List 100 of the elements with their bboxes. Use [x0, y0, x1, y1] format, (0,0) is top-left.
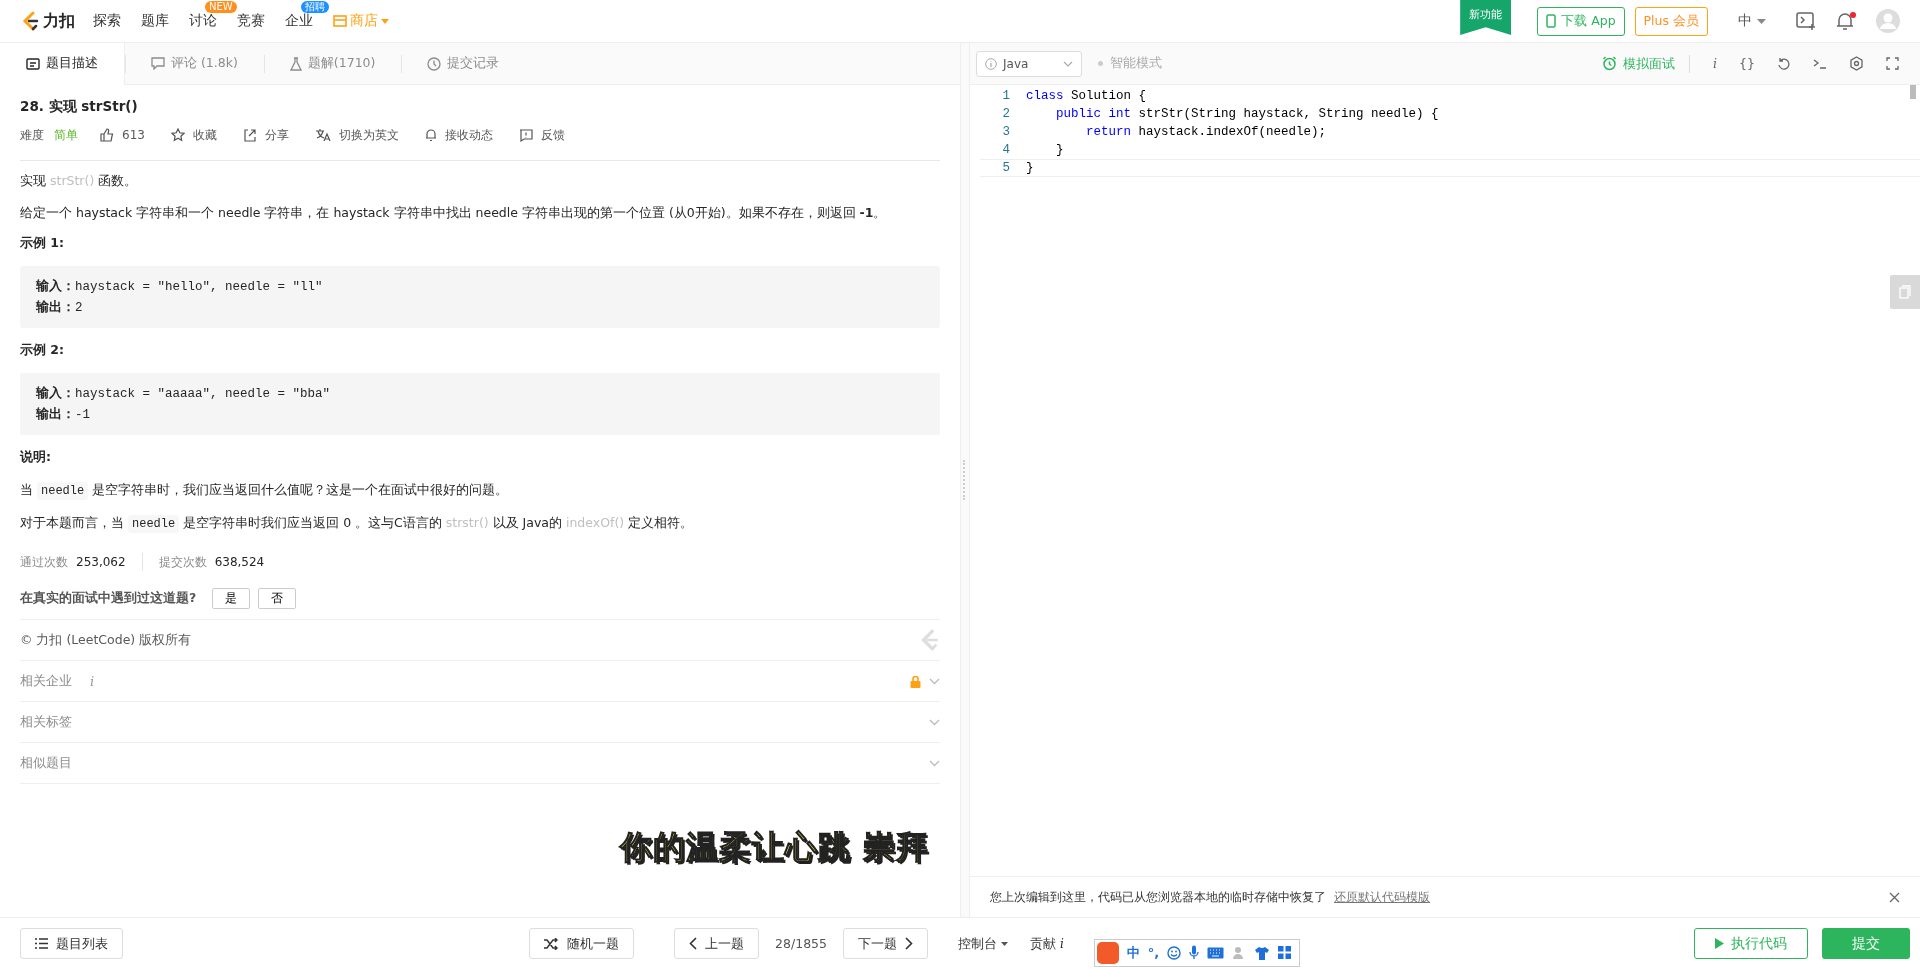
nav-link[interactable]: 企业: [285, 12, 313, 30]
previous-problem-button[interactable]: 上一题: [674, 928, 760, 959]
stat-label: 提交次数: [158, 553, 207, 571]
caret-icon: [381, 18, 389, 24]
code-line: }: [1026, 161, 1034, 175]
line-number: 3: [1001, 125, 1010, 139]
copyright-text: © 力扣 (LeetCode) 版权所有: [20, 631, 193, 649]
language-select[interactable]: Java: [976, 50, 1082, 77]
share-icon: [242, 128, 257, 142]
nav-badge: NEW: [205, 1, 237, 13]
grid-icon[interactable]: [1278, 946, 1292, 959]
ime-mode[interactable]: 中: [1126, 943, 1140, 962]
playground-icon[interactable]: [1796, 12, 1816, 30]
action-link[interactable]: 分享: [242, 126, 289, 144]
line-number: 2: [1001, 107, 1010, 121]
action-link[interactable]: 切换为英文: [314, 126, 399, 144]
interview-question: 在真实的面试中遇到过这道题?: [20, 590, 197, 607]
fullscreen-icon[interactable]: [1886, 57, 1899, 70]
info-button[interactable]: i: [1713, 56, 1718, 71]
smiley-icon[interactable]: [1167, 945, 1182, 960]
ime-punctuation[interactable]: °,: [1147, 945, 1160, 960]
problem-list-button[interactable]: 题目列表: [20, 928, 123, 959]
settings-icon[interactable]: [1849, 56, 1864, 71]
play-icon: [1715, 938, 1724, 949]
caret-icon: [1001, 941, 1008, 946]
line-number: 1: [1001, 89, 1010, 103]
logo-text[interactable]: 力扣: [43, 10, 75, 32]
nav-link[interactable]: 探索: [93, 12, 121, 30]
line-number: 4: [1001, 143, 1010, 157]
document-icon: [1899, 285, 1911, 299]
chevron-down-icon: [929, 759, 940, 767]
example-label: 输入：: [36, 278, 75, 293]
example-label: 输出：: [36, 299, 75, 314]
section-heading: 说明:: [20, 449, 52, 466]
close-icon[interactable]: [1889, 891, 1900, 903]
action-link[interactable]: 接收动态: [424, 126, 493, 144]
chevron-right-icon: [905, 937, 913, 950]
star-icon: [170, 128, 185, 142]
info-icon: i: [90, 673, 95, 689]
example-label: 输入：: [36, 385, 75, 400]
restore-template-link[interactable]: 还原默认代码模版: [1334, 888, 1430, 906]
stat-value: 253,062: [76, 555, 126, 569]
example-label: 输出：: [36, 406, 75, 421]
scrollbar-thumb[interactable]: [1910, 85, 1916, 99]
bell-icon: [424, 128, 437, 142]
flask-icon: [289, 56, 302, 71]
tab[interactable]: 题目描述: [0, 43, 125, 85]
difficulty-label: 难度: [20, 126, 44, 144]
accordion-row[interactable]: 相关企业 i: [20, 661, 940, 702]
like-button[interactable]: 613: [100, 128, 145, 142]
nav-link[interactable]: 讨论: [189, 12, 217, 30]
microphone-icon[interactable]: [1189, 945, 1200, 960]
action-link[interactable]: 收藏: [170, 126, 217, 144]
stat-label: 通过次数: [20, 553, 68, 571]
accordion-row[interactable]: 相关标签: [20, 702, 940, 743]
shirt-icon[interactable]: [1254, 945, 1271, 960]
code-editor[interactable]: 1 class Solution { 2 public int strStr(String haystack, String needle) { 3 return haystack.indexOf(needle); 4 } 5 }: [970, 85, 1920, 876]
list-icon: [35, 938, 48, 949]
chevron-down-icon: [929, 677, 940, 685]
action-link[interactable]: 反馈: [518, 126, 565, 144]
example-value: haystack = "hello", needle = "ll": [75, 280, 323, 294]
code-line: return haystack.indexOf(needle);: [1086, 125, 1327, 139]
contribute-link[interactable]: 贡献: [1030, 934, 1056, 953]
answer-button[interactable]: 否: [258, 588, 297, 609]
section-heading: 示例 2:: [20, 342, 66, 359]
problem-title: 28. 实现 strStr(): [20, 98, 139, 116]
random-problem-button[interactable]: 随机一题: [529, 928, 635, 959]
section-label: 相似题目: [20, 754, 72, 772]
info-icon: i: [1060, 936, 1064, 951]
clock-icon: [427, 56, 442, 71]
reset-icon[interactable]: [1777, 56, 1791, 71]
example-value: haystack = "aaaaa", needle = "bba": [75, 387, 331, 401]
format-button[interactable]: {}: [1739, 56, 1755, 71]
example-value: -1: [75, 408, 90, 422]
thumbs-up-icon: [100, 128, 114, 142]
example-value: 2: [75, 301, 83, 315]
feedback-icon: [518, 128, 533, 142]
answer-button[interactable]: 是: [212, 588, 251, 609]
stat-value: 638,524: [214, 555, 265, 569]
comment-icon: [151, 57, 165, 70]
description-paragraph: 实现 strStr() 函数。: [20, 172, 139, 190]
keyboard-icon[interactable]: [1207, 946, 1225, 959]
nav-link[interactable]: 竞赛: [237, 12, 265, 30]
nav-badge: 招聘: [301, 1, 329, 13]
problem-counter: 28/1855: [775, 936, 827, 951]
next-problem-button[interactable]: 下一题: [843, 928, 928, 959]
chevron-down-icon: [1063, 60, 1073, 67]
accordion-row[interactable]: 相似题目: [20, 743, 940, 784]
shuffle-icon: [544, 937, 560, 950]
terminal-icon[interactable]: [1813, 57, 1827, 70]
console-dropdown[interactable]: 控制台: [958, 934, 1008, 953]
alarm-clock-icon: [1602, 56, 1618, 71]
logo-icon[interactable]: [20, 10, 40, 32]
bell-icon[interactable]: [1836, 11, 1854, 31]
line-number: 5: [1001, 161, 1010, 175]
nav-link[interactable]: 题库: [141, 12, 169, 30]
phone-icon: [1546, 14, 1557, 28]
language-dropdown[interactable]: 中: [1738, 12, 1766, 30]
description-paragraph: 当 needle 是空字符串时，我们应当返回什么值呢？这是一个在面试中很好的问题。: [20, 481, 510, 501]
caret-icon: [1757, 18, 1766, 24]
